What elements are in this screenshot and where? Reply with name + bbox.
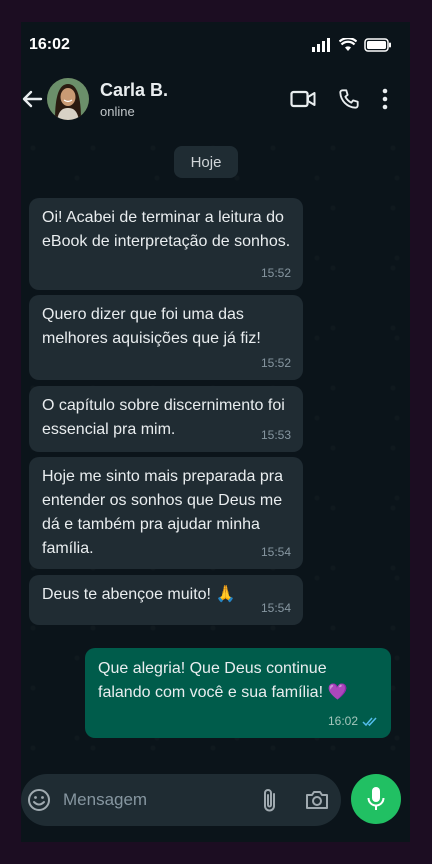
message-text: Que alegria! Que Deus continue falando c…: [98, 660, 348, 701]
message-text: Oi! Acabei de terminar a leitura do eBoo…: [42, 209, 291, 250]
message-bubble[interactable]: Deus te abençoe muito! 🙏 15:54: [29, 575, 303, 625]
message-text: Hoje me sinto mais preparada pra entende…: [42, 468, 284, 557]
contact-status: online: [100, 103, 135, 119]
message-bubble[interactable]: Oi! Acabei de terminar a leitura do eBoo…: [29, 198, 303, 290]
chat-header: Carla B. online: [21, 68, 410, 130]
message-time: 16:02: [327, 714, 358, 728]
signal-icon: [312, 38, 332, 52]
contact-info[interactable]: Carla B. online: [100, 80, 168, 119]
emoji-icon[interactable]: [27, 788, 51, 812]
chat-area[interactable]: Hoje Oi! Acabei de terminar a leitura do…: [21, 130, 410, 770]
attach-icon[interactable]: [261, 787, 279, 813]
message-time: 15:54: [260, 601, 291, 615]
avatar[interactable]: [47, 78, 89, 120]
date-chip: Hoje: [174, 146, 238, 178]
contact-name: Carla B.: [100, 79, 169, 100]
video-call-icon[interactable]: [290, 89, 316, 109]
message-text: Deus te abençoe muito! 🙏: [42, 586, 236, 603]
message-time: 15:53: [260, 428, 291, 442]
message-text: Quero dizer que foi uma das melhores aqu…: [42, 306, 261, 347]
mic-button[interactable]: [351, 774, 401, 824]
wifi-icon: [339, 38, 357, 52]
back-arrow-icon[interactable]: [21, 84, 47, 114]
message-bubble-outgoing[interactable]: Que alegria! Que Deus continue falando c…: [85, 648, 391, 738]
camera-icon[interactable]: [305, 789, 329, 811]
message-bubble[interactable]: O capítulo sobre discernimento foi essen…: [29, 386, 303, 452]
more-icon[interactable]: [382, 88, 388, 110]
message-meta: 16:02: [328, 709, 379, 733]
header-actions: [290, 88, 410, 110]
message-bubble[interactable]: Quero dizer que foi uma das melhores aqu…: [29, 295, 303, 380]
mic-icon: [367, 786, 385, 812]
phone-screen: 16:02 Carla B. online Hoje Oi! Acabei de…: [21, 22, 410, 842]
battery-icon: [364, 38, 392, 52]
double-check-icon: [362, 716, 379, 727]
status-icons: [312, 38, 392, 52]
message-time: 15:52: [260, 356, 291, 370]
message-text: O capítulo sobre discernimento foi essen…: [42, 397, 285, 438]
phone-icon[interactable]: [338, 88, 360, 110]
status-time: 16:02: [29, 36, 70, 53]
message-time: 15:52: [260, 266, 291, 280]
message-bubble[interactable]: Hoje me sinto mais preparada pra entende…: [29, 457, 303, 569]
status-bar: 16:02: [21, 22, 410, 68]
message-time: 15:54: [260, 545, 291, 559]
message-input[interactable]: [63, 790, 243, 810]
message-composer: [21, 774, 341, 826]
